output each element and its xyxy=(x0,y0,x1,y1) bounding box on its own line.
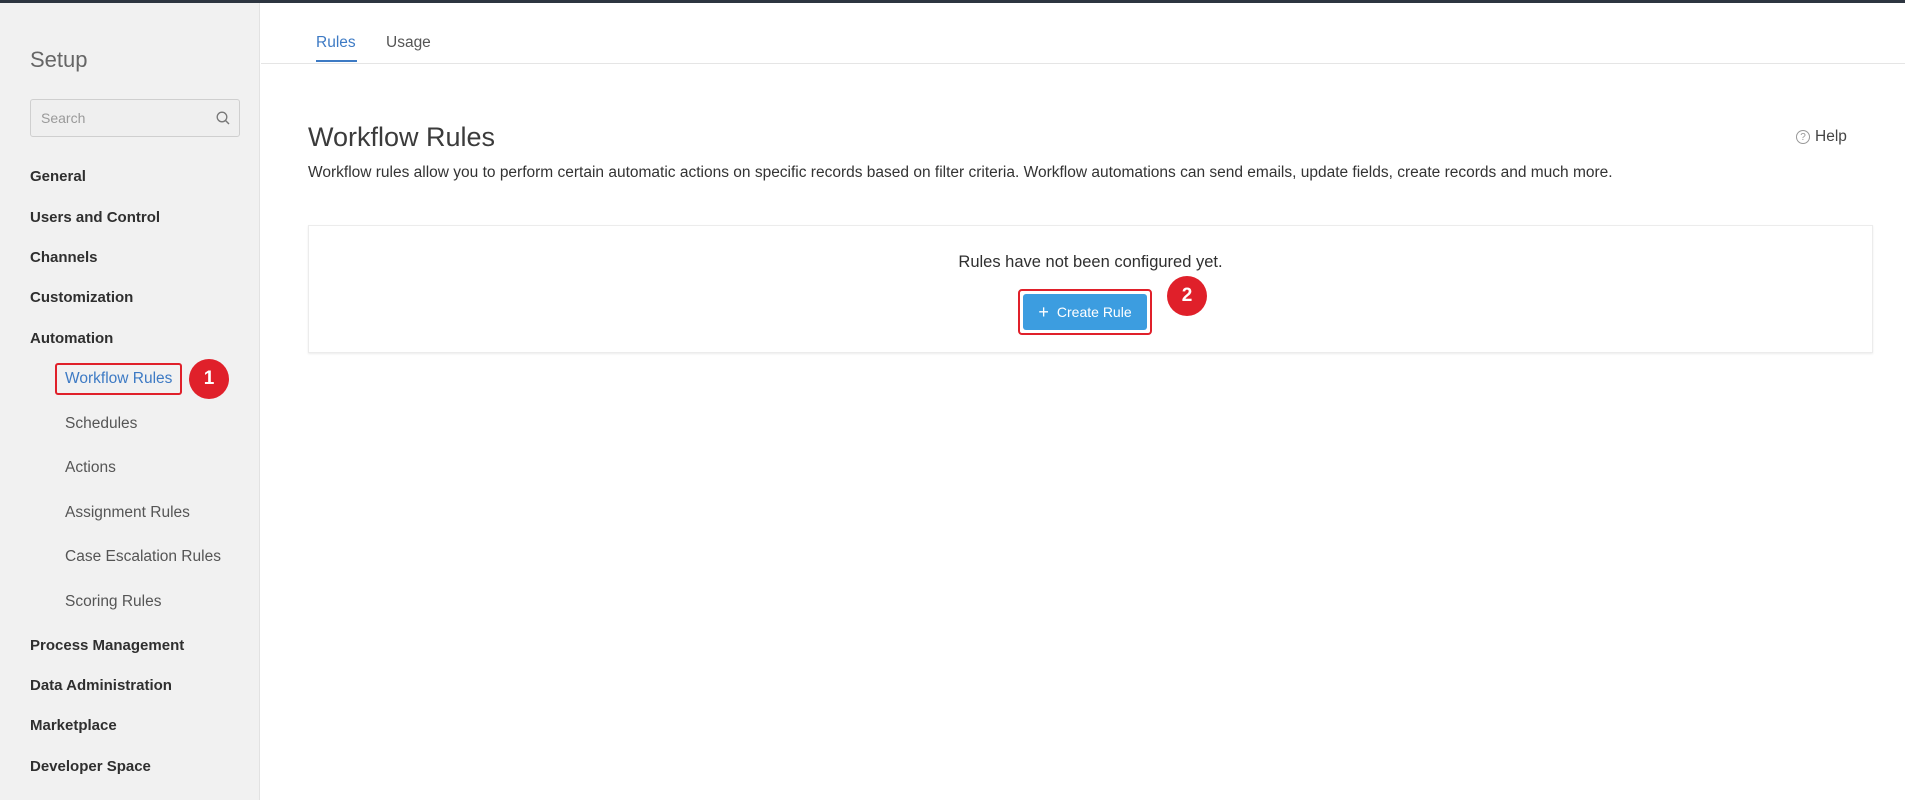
sidebar-item-data-administration[interactable]: Data Administration xyxy=(30,677,172,694)
tab-rules[interactable]: Rules xyxy=(316,34,356,52)
help-icon: ? xyxy=(1796,130,1810,144)
sidebar-item-channels[interactable]: Channels xyxy=(30,249,98,266)
page-title: Workflow Rules xyxy=(308,122,496,152)
sidebar-item-automation[interactable]: Automation xyxy=(30,330,113,347)
sidebar-subitem-workflow-rules[interactable]: Workflow Rules xyxy=(55,363,183,395)
empty-state-panel: Rules have not been configured yet. + Cr… xyxy=(308,225,1873,353)
search-box[interactable] xyxy=(30,99,240,137)
create-rule-label: Create Rule xyxy=(1056,304,1132,320)
page-description: Workflow rules allow you to perform cert… xyxy=(308,164,1613,181)
plus-icon: + xyxy=(1038,302,1049,322)
sidebar-item-users-and-control[interactable]: Users and Control xyxy=(30,209,160,226)
sidebar-subitem-actions[interactable]: Actions xyxy=(65,459,116,477)
create-rule-highlight: + Create Rule xyxy=(1018,289,1152,335)
empty-state-message: Rules have not been configured yet. xyxy=(958,253,1223,271)
create-rule-button[interactable]: + Create Rule xyxy=(1023,294,1147,330)
step-2-badge: 2 xyxy=(1167,276,1207,316)
sidebar-item-developer-space[interactable]: Developer Space xyxy=(30,758,151,775)
sidebar-item-marketplace[interactable]: Marketplace xyxy=(30,717,117,734)
tab-bar: Rules Usage xyxy=(261,3,1905,64)
sidebar-subitem-schedules[interactable]: Schedules xyxy=(65,415,137,433)
sidebar-subitem-case-escalation-rules[interactable]: Case Escalation Rules xyxy=(65,548,221,566)
search-icon[interactable] xyxy=(215,110,231,126)
help-link[interactable]: ? Help xyxy=(1796,128,1847,146)
sidebar-item-process-management[interactable]: Process Management xyxy=(30,637,184,654)
sidebar-subitem-assignment-rules[interactable]: Assignment Rules xyxy=(65,504,190,522)
sidebar-title: Setup xyxy=(30,47,88,72)
setup-sidebar: Setup General Users and Control Channels… xyxy=(0,3,260,800)
search-input[interactable] xyxy=(31,100,201,136)
step-1-badge: 1 xyxy=(189,359,229,399)
sidebar-subitem-scoring-rules[interactable]: Scoring Rules xyxy=(65,593,162,611)
sidebar-item-general[interactable]: General xyxy=(30,168,86,185)
tab-usage[interactable]: Usage xyxy=(386,34,431,52)
sidebar-item-customization[interactable]: Customization xyxy=(30,289,133,306)
help-label: Help xyxy=(1815,128,1847,145)
active-tab-indicator xyxy=(316,60,357,62)
